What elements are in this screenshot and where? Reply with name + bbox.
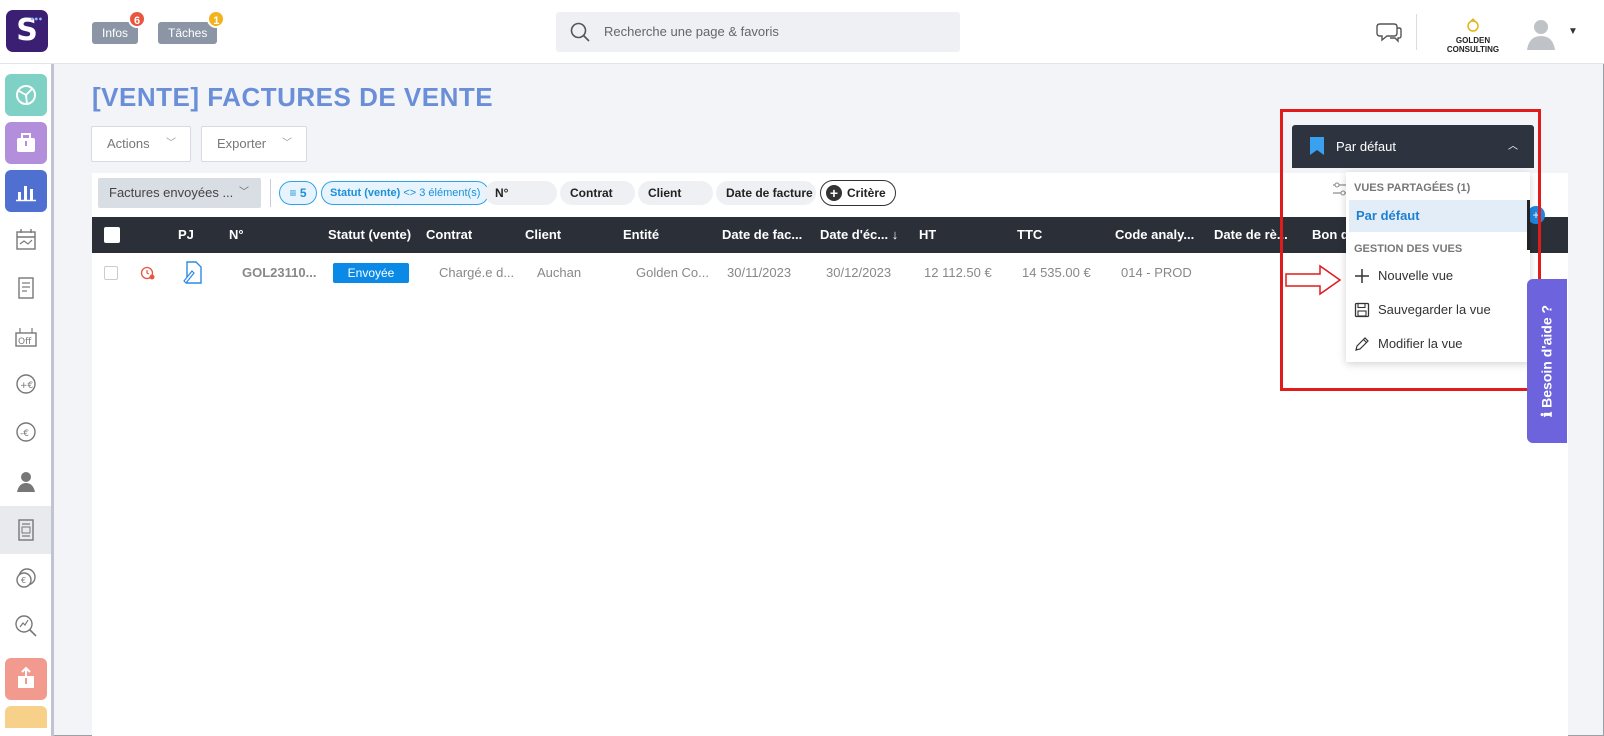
sidebar-item-map[interactable]	[5, 74, 47, 116]
filter-chip-contract[interactable]: Contrat	[560, 181, 635, 205]
calendar-icon[interactable]	[8, 222, 44, 258]
sidebar-item-more[interactable]	[5, 706, 47, 728]
saved-filter-label: Factures envoyées ...	[109, 185, 234, 200]
row-client: Auchan	[537, 265, 582, 280]
attachment-edit-icon[interactable]	[182, 261, 204, 285]
col-status[interactable]: Statut (vente)	[328, 217, 420, 253]
taches-label: Tâches	[168, 26, 208, 40]
select-all-checkbox[interactable]	[104, 227, 120, 243]
chart-icon	[16, 186, 36, 202]
top-bar: S ••• Infos 6 Tâches 1 Recherche une page…	[0, 0, 1604, 64]
search-icon	[570, 22, 590, 42]
row-entity: Golden Co...	[636, 265, 709, 280]
euro-plus-icon[interactable]: +€	[8, 366, 44, 402]
sidebar-item-briefcase[interactable]	[5, 122, 47, 164]
sidebar: Off +€ -€ €	[0, 64, 54, 736]
receipt-icon[interactable]	[8, 270, 44, 306]
filter-chip-invoice-date[interactable]: Date de facture	[716, 181, 816, 205]
chevron-down-icon: ﹀	[239, 187, 249, 198]
status-chip-value: <> 3 élément(s)	[400, 187, 481, 199]
saved-filter-dropdown[interactable]: Factures envoyées ... ﹀	[98, 178, 261, 208]
analytics-icon[interactable]	[8, 608, 44, 644]
chat-icon[interactable]	[1376, 20, 1402, 44]
annotation-highlight-box	[1280, 109, 1541, 391]
status-chip-field: Statut (vente)	[330, 187, 401, 199]
col-ht[interactable]: HT	[919, 217, 936, 253]
row-checkbox[interactable]	[104, 266, 118, 280]
euro-minus-icon[interactable]: -€	[8, 414, 44, 450]
clock-warning-icon	[140, 266, 155, 280]
taches-badge: 1	[207, 10, 226, 28]
company-name: GOLDEN CONSULTING	[1446, 36, 1500, 54]
search-placeholder: Recherche une page & favoris	[604, 24, 779, 39]
col-client[interactable]: Client	[525, 217, 561, 253]
filter-count-chip[interactable]: ≡ 5	[279, 181, 317, 205]
col-ttc[interactable]: TTC	[1017, 217, 1042, 253]
plus-circle-icon: +	[826, 185, 842, 201]
user-icon[interactable]	[8, 464, 44, 500]
export-dropdown[interactable]: Exporter ﹀	[201, 126, 307, 162]
search-input[interactable]: Recherche une page & favoris	[556, 12, 960, 52]
map-icon	[16, 85, 36, 105]
annotation-arrow-icon	[1285, 264, 1342, 296]
actions-dropdown[interactable]: Actions ﹀	[91, 126, 191, 162]
col-analytic-code[interactable]: Code analy...	[1115, 217, 1205, 253]
help-label: ℹ Besoin d'aide ?	[1538, 304, 1555, 418]
filter-chip-client[interactable]: Client	[638, 181, 713, 205]
col-contract[interactable]: Contrat	[426, 217, 472, 253]
row-due-date: 30/12/2023	[826, 265, 892, 280]
actions-label: Actions	[107, 136, 150, 151]
coins-icon[interactable]: €	[8, 560, 44, 596]
row-number[interactable]: GOL23110...	[242, 253, 326, 293]
export-icon	[18, 666, 34, 688]
user-menu-chevron-icon[interactable]: ▼	[1568, 26, 1578, 37]
export-label: Exporter	[217, 136, 267, 151]
taches-button[interactable]: Tâches 1	[158, 10, 226, 44]
row-invoice-date: 30/11/2023	[727, 265, 792, 280]
page-title: [VENTE] FACTURES DE VENTE	[92, 82, 494, 112]
row-ttc: 14 535.00 €	[1022, 265, 1091, 280]
app-logo[interactable]: S •••	[6, 10, 48, 52]
svg-text:-€: -€	[20, 429, 29, 439]
sidebar-item-charts[interactable]	[5, 170, 47, 212]
row-ht: 12 112.50 €	[924, 265, 992, 280]
avatar[interactable]	[1524, 16, 1558, 50]
help-tab[interactable]: ℹ Besoin d'aide ?	[1527, 279, 1567, 443]
infos-button[interactable]: Infos 6	[92, 10, 147, 44]
filter-icon: ≡	[289, 186, 297, 200]
infos-badge: 6	[128, 10, 147, 28]
invoice-icon[interactable]	[8, 512, 44, 548]
status-filter-chip[interactable]: Statut (vente) <> 3 élément(s)	[321, 181, 490, 205]
col-invoice-date[interactable]: Date de fac...	[722, 217, 812, 253]
info-icon: ℹ	[1538, 411, 1555, 418]
col-number[interactable]: N°	[229, 217, 244, 253]
sidebar-item-export[interactable]	[5, 658, 47, 700]
filter-separator	[270, 179, 271, 207]
chevron-down-icon: ﹀	[282, 138, 292, 149]
row-analytic-code: 014 - PROD	[1121, 265, 1192, 280]
col-due-date[interactable]: Date d'éc... ↓	[820, 217, 916, 253]
header-separator	[1416, 14, 1417, 50]
svg-text:+€: +€	[20, 381, 34, 391]
off-icon[interactable]: Off	[8, 320, 44, 356]
company-switcher[interactable]: GOLDEN CONSULTING	[1432, 18, 1514, 54]
row-contract: Chargé.e d...	[439, 265, 515, 280]
add-criteria-button[interactable]: + Critère	[820, 180, 896, 206]
filter-chip-number[interactable]: N°	[485, 181, 557, 205]
status-badge: Envoyée	[333, 263, 409, 283]
svg-text:€: €	[21, 576, 26, 585]
col-pj[interactable]: PJ	[178, 217, 194, 253]
briefcase-icon	[17, 133, 35, 152]
filter-count: 5	[299, 186, 307, 200]
chevron-down-icon: ﹀	[166, 138, 176, 149]
criteria-label: Critère	[847, 186, 886, 200]
svg-text:Off: Off	[18, 337, 32, 347]
col-entity[interactable]: Entité	[623, 217, 659, 253]
company-logo-icon	[1467, 18, 1479, 32]
infos-label: Infos	[102, 26, 129, 40]
